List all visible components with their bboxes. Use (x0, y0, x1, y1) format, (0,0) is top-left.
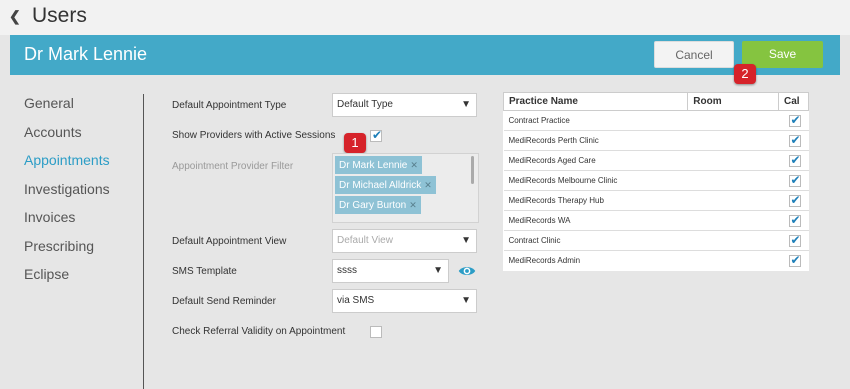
cancel-button[interactable]: Cancel (654, 41, 734, 68)
chevron-down-icon: ▼ (433, 265, 443, 276)
page-title: Users (32, 4, 87, 27)
column-header-practice-name[interactable]: Practice Name (502, 92, 689, 111)
cal-cell (778, 130, 809, 151)
cal-checkbox[interactable] (788, 213, 801, 227)
table-row[interactable]: MediRecords Perth Clinic (503, 130, 809, 151)
default-appointment-view-select[interactable]: Default View ▼ (332, 229, 477, 253)
provider-tag[interactable]: Dr Michael Alldrick ✕ (335, 176, 436, 194)
default-appointment-view-placeholder: Default View (337, 235, 393, 246)
cal-cell (778, 230, 809, 251)
user-name: Dr Mark Lennie (24, 44, 148, 64)
show-providers-label: Show Providers with Active Sessions (172, 130, 336, 141)
chevron-left-icon[interactable]: ❮ (9, 8, 21, 25)
sidebar-item-prescribing[interactable]: Prescribing (24, 235, 110, 264)
divider (143, 94, 144, 389)
cal-cell (778, 150, 809, 171)
table-row[interactable]: MediRecords Admin (503, 250, 809, 271)
chevron-down-icon: ▼ (461, 295, 471, 306)
cal-cell (778, 110, 809, 131)
chevron-down-icon: ▼ (461, 99, 471, 110)
sms-template-value: ssss (337, 265, 357, 276)
default-appointment-view-label: Default Appointment View (172, 236, 287, 247)
close-icon[interactable]: ✕ (424, 180, 432, 190)
default-send-reminder-label: Default Send Reminder (172, 296, 276, 307)
room-cell (687, 110, 779, 131)
cal-cell (778, 190, 809, 211)
cal-checkbox[interactable] (788, 233, 801, 247)
cal-checkbox[interactable] (788, 153, 801, 167)
table-row[interactable]: MediRecords Melbourne Clinic (503, 170, 809, 191)
default-appointment-type-value: Default Type (337, 99, 393, 110)
callout-badge-1: 1 (344, 133, 366, 153)
provider-tag-label: Dr Gary Burton (339, 200, 407, 211)
room-cell (687, 190, 779, 211)
close-icon[interactable]: ✕ (410, 160, 418, 170)
user-header: Dr Mark Lennie Cancel Save (10, 35, 840, 75)
provider-tag-label: Dr Mark Lennie (339, 160, 408, 171)
cal-checkbox[interactable] (788, 133, 801, 147)
sidebar-item-investigations[interactable]: Investigations (24, 178, 110, 207)
table-row[interactable]: Contract Practice (503, 110, 809, 131)
provider-tag[interactable]: Dr Gary Burton ✕ (335, 196, 421, 214)
default-send-reminder-select[interactable]: via SMS ▼ (332, 289, 477, 313)
sidebar-item-eclipse[interactable]: Eclipse (24, 263, 110, 292)
provider-filter-label: Appointment Provider Filter (172, 161, 294, 172)
practice-name: MediRecords WA (503, 210, 688, 231)
close-icon[interactable]: ✕ (409, 200, 417, 210)
sidebar-item-invoices[interactable]: Invoices (24, 206, 110, 235)
practice-name: MediRecords Melbourne Clinic (503, 170, 688, 191)
practice-name: MediRecords Therapy Hub (503, 190, 688, 211)
practice-table: Practice Name Room Cal Contract Practice… (502, 92, 809, 271)
settings-sidebar: General Accounts Appointments Investigat… (24, 92, 110, 292)
practice-name: Contract Practice (503, 110, 688, 131)
table-row[interactable]: MediRecords WA (503, 210, 809, 231)
table-row[interactable]: MediRecords Therapy Hub (503, 190, 809, 211)
cal-cell (778, 250, 809, 271)
check-referral-label: Check Referral Validity on Appointment (172, 326, 346, 337)
table-row[interactable]: Contract Clinic (503, 230, 809, 251)
sidebar-item-general[interactable]: General (24, 92, 110, 121)
chevron-down-icon: ▼ (461, 235, 471, 246)
cal-checkbox[interactable] (788, 193, 801, 207)
room-cell (687, 150, 779, 171)
check-referral-checkbox[interactable] (370, 326, 382, 338)
cal-cell (778, 170, 809, 191)
provider-filter-box[interactable]: Dr Mark Lennie ✕ Dr Michael Alldrick ✕ Dr … (332, 153, 479, 223)
scrollbar[interactable] (471, 156, 474, 184)
default-appointment-type-select[interactable]: Default Type ▼ (332, 93, 477, 117)
default-send-reminder-value: via SMS (337, 295, 375, 306)
provider-tag-label: Dr Michael Alldrick (339, 180, 422, 191)
room-cell (687, 130, 779, 151)
sidebar-item-appointments[interactable]: Appointments (24, 149, 110, 178)
callout-badge-2: 2 (734, 64, 756, 84)
practice-name: MediRecords Aged Care (503, 150, 688, 171)
room-cell (687, 250, 779, 271)
default-appointment-type-label: Default Appointment Type (172, 100, 287, 111)
column-header-cal[interactable]: Cal (778, 92, 809, 111)
cal-checkbox[interactable] (788, 253, 801, 267)
room-cell (687, 210, 779, 231)
top-bar: ❮ Users (0, 0, 850, 35)
practice-name: Contract Clinic (503, 230, 688, 251)
cal-checkbox[interactable] (788, 173, 801, 187)
show-providers-checkbox[interactable] (370, 128, 382, 142)
room-cell (687, 230, 779, 251)
practice-name: MediRecords Perth Clinic (503, 130, 688, 151)
practice-name: MediRecords Admin (503, 250, 688, 271)
room-cell (687, 170, 779, 191)
table-header-row: Practice Name Room Cal (502, 92, 809, 111)
sidebar-item-accounts[interactable]: Accounts (24, 121, 110, 150)
provider-tag[interactable]: Dr Mark Lennie ✕ (335, 156, 422, 174)
table-row[interactable]: MediRecords Aged Care (503, 150, 809, 171)
cal-checkbox[interactable] (788, 113, 801, 127)
cal-cell (778, 210, 809, 231)
sms-template-label: SMS Template (172, 266, 237, 277)
column-header-room[interactable]: Room (687, 92, 779, 111)
sms-template-select[interactable]: ssss ▼ (332, 259, 449, 283)
eye-icon[interactable] (458, 262, 476, 280)
